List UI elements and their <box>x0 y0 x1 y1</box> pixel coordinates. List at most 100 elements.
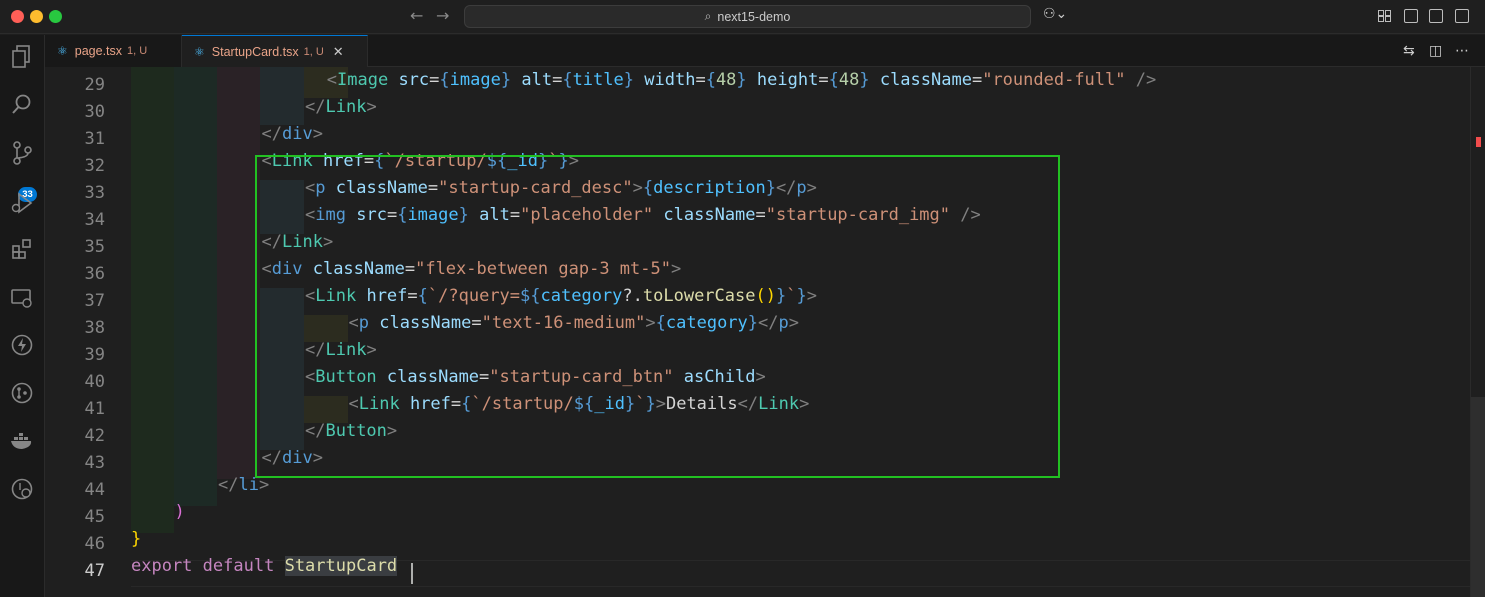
code-token: StartupCard <box>284 556 398 576</box>
code-line[interactable]: export default StartupCard <box>131 553 398 580</box>
highlight-annotation-box <box>255 155 1060 478</box>
customize-layout-icon[interactable] <box>1378 9 1391 22</box>
editor-tab-bar: ⚛ page.tsx 1, U ⚛ StartupCard.tsx 1, U ✕… <box>45 35 1485 68</box>
code-token: Image <box>337 70 389 90</box>
split-editor-icon[interactable]: ◫ <box>1429 43 1442 59</box>
activity-bar: 33 <box>0 35 45 597</box>
line-number: 31 <box>84 129 105 149</box>
code-token: 48 <box>838 70 860 90</box>
minimize-window-button[interactable] <box>30 10 43 23</box>
line-number: 42 <box>84 426 105 446</box>
remote-explorer-icon[interactable] <box>8 284 36 312</box>
toggle-primary-sidebar-icon[interactable] <box>1404 9 1418 23</box>
lightning-icon[interactable] <box>8 331 36 359</box>
line-number: 35 <box>84 237 105 257</box>
code-token: } <box>500 70 512 90</box>
copilot-icon[interactable]: ⚇⌄ <box>1043 6 1067 22</box>
toggle-secondary-sidebar-icon[interactable] <box>1455 9 1469 23</box>
line-number: 40 <box>84 372 105 392</box>
maximize-window-button[interactable] <box>49 10 62 23</box>
code-token: div <box>281 124 313 144</box>
code-line[interactable]: } <box>131 526 141 553</box>
code-token: /> <box>1135 70 1157 90</box>
line-number: 39 <box>84 345 105 365</box>
error-marker <box>1476 137 1481 147</box>
docker-icon[interactable] <box>8 427 36 455</box>
tab-startupcard-tsx[interactable]: ⚛ StartupCard.tsx 1, U ✕ <box>182 35 368 68</box>
code-line[interactable]: ) <box>175 499 185 526</box>
line-number: 43 <box>84 453 105 473</box>
search-icon[interactable] <box>8 90 36 118</box>
line-number: 45 <box>84 507 105 527</box>
code-token: default <box>202 556 275 576</box>
code-line[interactable]: </Link> <box>305 94 377 121</box>
line-number-current: 47 <box>84 561 105 581</box>
git-graph-icon[interactable] <box>8 379 36 407</box>
explorer-icon[interactable] <box>8 43 36 71</box>
line-number: 44 <box>84 480 105 500</box>
code-token: alt <box>521 70 553 90</box>
close-window-button[interactable] <box>11 10 24 23</box>
back-arrow-icon[interactable]: ← <box>410 6 423 25</box>
code-token: width <box>644 70 696 90</box>
code-token: Link <box>325 97 367 117</box>
code-token: < <box>326 70 337 90</box>
forward-arrow-icon[interactable]: → <box>436 6 449 25</box>
line-number: 36 <box>84 264 105 284</box>
toggle-panel-icon[interactable] <box>1429 9 1443 23</box>
line-number: 32 <box>84 156 105 176</box>
code-editor[interactable]: 29 30 31 32 33 34 35 36 37 38 39 40 41 4… <box>45 67 1485 597</box>
code-token: = <box>695 70 706 90</box>
code-token: = <box>818 70 829 90</box>
tab-status: 1, U <box>127 45 148 57</box>
close-icon[interactable]: ✕ <box>333 45 344 60</box>
code-token: > <box>258 475 270 495</box>
command-center-search[interactable]: ⌕ next15-demo <box>464 5 1031 28</box>
code-token: ) <box>174 502 185 522</box>
workspace-name: next15-demo <box>717 9 791 24</box>
line-number: 38 <box>84 318 105 338</box>
react-file-icon: ⚛ <box>57 44 68 58</box>
code-line[interactable]: </div> <box>262 121 323 148</box>
code-token: { <box>562 70 573 90</box>
code-token: "rounded-full" <box>982 70 1126 90</box>
line-number: 30 <box>84 102 105 122</box>
code-token: { <box>828 70 839 90</box>
code-token: </ <box>305 97 326 117</box>
tab-page-tsx[interactable]: ⚛ page.tsx 1, U <box>45 35 182 67</box>
code-token: = <box>971 70 983 90</box>
line-number: 46 <box>84 534 105 554</box>
code-token: } <box>623 70 634 90</box>
tab-label: StartupCard.tsx <box>211 45 299 59</box>
text-cursor <box>411 563 413 584</box>
line-number: 37 <box>84 291 105 311</box>
code-token: 48 <box>715 70 737 90</box>
extensions-icon[interactable] <box>8 235 36 263</box>
timeline-icon[interactable] <box>8 475 36 503</box>
react-file-icon: ⚛ <box>194 45 205 59</box>
more-actions-icon[interactable]: ⋯ <box>1455 43 1469 59</box>
code-line[interactable]: <Image src={image} alt={title} width={48… <box>327 67 1156 94</box>
vertical-scrollbar-thumb[interactable] <box>1471 397 1485 597</box>
compare-changes-icon[interactable]: ⇆ <box>1403 43 1415 59</box>
code-token: { <box>439 70 450 90</box>
code-token: image <box>449 70 501 90</box>
source-control-icon[interactable] <box>8 139 36 167</box>
code-token: className <box>879 70 972 90</box>
code-token: </ <box>261 124 282 144</box>
line-number: 41 <box>84 399 105 419</box>
tab-status: 1, U <box>303 46 324 58</box>
code-token: src <box>398 70 430 90</box>
code-token: title <box>572 70 624 90</box>
code-token: height <box>756 70 819 90</box>
code-token: = <box>429 70 440 90</box>
code-token: } <box>131 529 142 549</box>
run-debug-icon[interactable] <box>8 189 36 217</box>
